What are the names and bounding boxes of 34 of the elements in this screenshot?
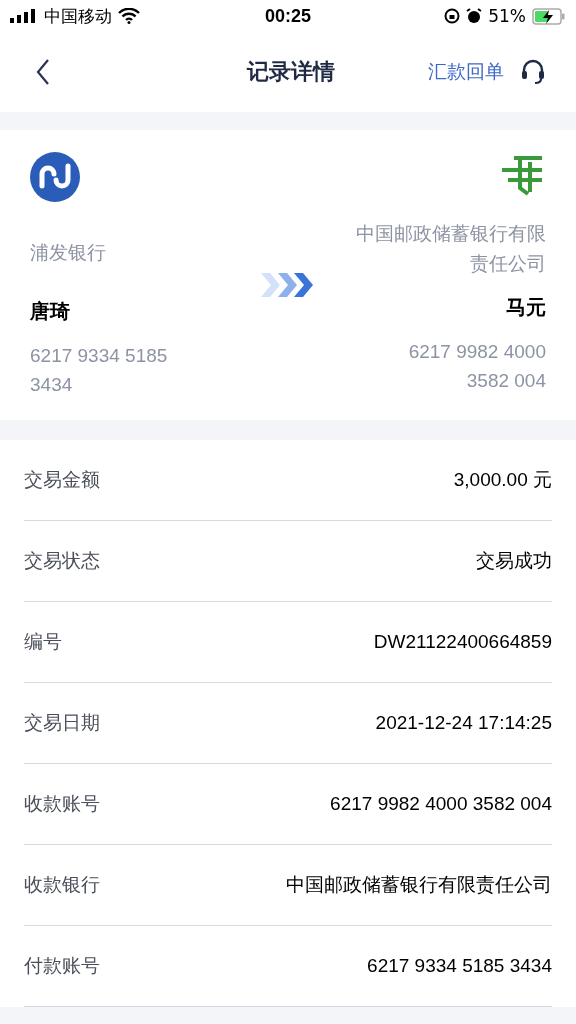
detail-value: 6217 9334 5185 3434 <box>367 955 552 977</box>
receipt-link[interactable]: 汇款回单 <box>428 59 504 85</box>
transfer-arrows-icon <box>261 271 315 299</box>
payee-name: 马元 <box>506 294 546 321</box>
headset-icon[interactable] <box>520 58 546 86</box>
rotation-lock-icon <box>444 8 461 24</box>
detail-label: 交易日期 <box>24 710 100 735</box>
payee-account: 6217 9982 4000 3582 004 <box>407 340 546 393</box>
bank-logo-icon <box>30 152 80 202</box>
detail-label: 收款账号 <box>24 791 100 816</box>
payer-name: 唐琦 <box>30 298 71 325</box>
battery-percent: 51% <box>488 6 526 26</box>
detail-label: 交易状态 <box>24 548 100 573</box>
detail-value: 2021-12-24 17:14:25 <box>375 712 552 734</box>
clock-time: 00:25 <box>265 5 312 27</box>
payer-account: 6217 9334 5185 3434 <box>30 344 169 397</box>
detail-value: 中国邮政储蓄银行有限责任公司 <box>286 873 552 897</box>
back-button[interactable] <box>36 59 50 85</box>
signal-icon <box>10 9 38 23</box>
detail-label: 付款账号 <box>24 953 100 978</box>
page-title: 记录详情 <box>247 58 335 86</box>
carrier-name: 中国移动 <box>44 4 112 28</box>
detail-label: 交易金额 <box>24 467 100 492</box>
detail-value: 6217 9982 4000 3582 004 <box>330 793 552 815</box>
detail-value: DW21122400664859 <box>373 631 552 653</box>
payee-bank: 中国邮政储蓄银行有限责任公司 <box>355 221 546 276</box>
detail-value: 3,000.00 元 <box>453 468 552 492</box>
detail-label: 收款银行 <box>24 872 100 897</box>
battery-charging-icon <box>532 7 566 25</box>
payer-bank: 浦发银行 <box>30 240 107 265</box>
detail-value: 交易成功 <box>476 549 552 573</box>
alarm-clock-icon <box>466 8 483 24</box>
detail-label: 编号 <box>24 629 62 654</box>
wifi-icon <box>118 8 140 24</box>
